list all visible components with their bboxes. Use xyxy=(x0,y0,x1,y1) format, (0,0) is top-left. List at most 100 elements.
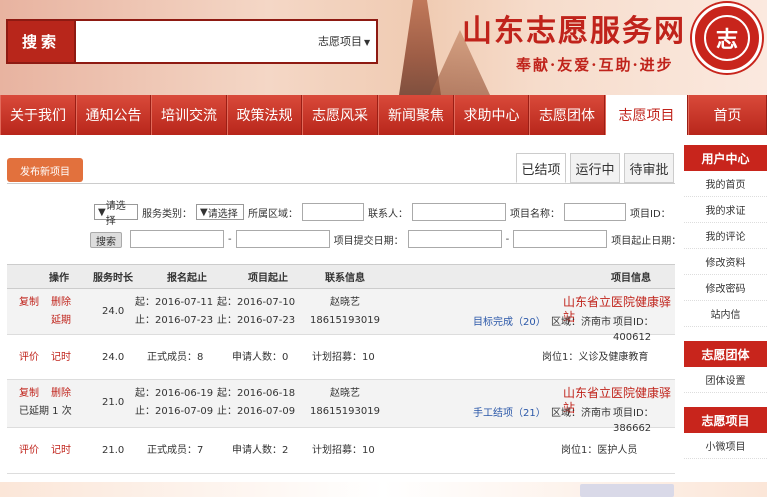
nav-showcase[interactable]: 志愿风采 xyxy=(302,95,378,135)
nav-projects[interactable]: 志愿项目 xyxy=(605,95,688,135)
submit-date-end-input[interactable] xyxy=(130,230,224,248)
site-slogan: 奉献·友爱·互助·进步 xyxy=(516,56,674,74)
plan-count: 计划招募：10 xyxy=(312,445,375,456)
post-name: 岗位1：义诊及健康教育 xyxy=(542,352,649,363)
project-end: 止：2016-07-23 xyxy=(217,315,296,326)
service-type-label: 服务类别： xyxy=(142,208,192,220)
project-region: 区域：济南市 xyxy=(551,317,611,328)
service-type-select-value: 请选择 xyxy=(105,201,126,227)
tab-running[interactable]: 运行中 xyxy=(570,153,620,183)
nav-home[interactable]: 首页 xyxy=(688,95,767,135)
nav-about[interactable]: 关于我们 xyxy=(0,95,76,135)
submit-date-start-input[interactable] xyxy=(235,230,330,248)
delete-button[interactable]: 删除 xyxy=(51,295,71,310)
project-id-input[interactable] xyxy=(564,203,626,221)
col-contact: 联系信息 xyxy=(325,273,365,284)
signup-end: 止：2016-07-09 xyxy=(135,406,214,417)
extend-button[interactable]: 延期 xyxy=(51,313,71,328)
nav-training[interactable]: 培训交流 xyxy=(151,95,227,135)
filter-row-1: ▼ 请选择 服务类别： ▼ 请选择 所属区域： 联系人： 项目名称： 项目ID： xyxy=(94,201,671,227)
signup-start: 起：2016-06-19 xyxy=(135,388,214,399)
project-end: 止：2016-07-09 xyxy=(217,406,296,417)
col-service-hours: 服务时长 xyxy=(93,273,133,284)
contact-name: 赵晓艺 xyxy=(330,388,360,399)
project-id-label: 项目ID： xyxy=(630,208,671,220)
project-start: 起：2016-07-10 xyxy=(217,297,296,308)
sidebar-item-group-settings[interactable]: 团体设置 xyxy=(684,367,767,393)
signup-end: 止：2016-07-23 xyxy=(135,315,214,326)
project-name-input[interactable] xyxy=(412,203,506,221)
project-region: 区域：济南市 xyxy=(551,408,611,419)
sidebar-head-groups: 志愿团体 xyxy=(684,341,767,367)
rate-button[interactable]: 评价 xyxy=(19,443,39,458)
copy-button[interactable]: 复制 xyxy=(19,386,39,401)
log-time-button[interactable]: 记时 xyxy=(51,350,71,365)
rate-button[interactable]: 评价 xyxy=(19,350,39,365)
table-row: 山东省立医院健康驿站 项目ID：400612 区域：济南市 目标完成（20） 赵… xyxy=(7,289,675,343)
nav-notices[interactable]: 通知公告 xyxy=(76,95,151,135)
project-status: 目标完成（20） xyxy=(473,317,546,328)
apply-count: 申请人数：0 xyxy=(232,352,289,363)
status-tabs: 已结项 运行中 待审批 xyxy=(512,153,674,183)
copy-button[interactable]: 复制 xyxy=(19,295,39,310)
nav-groups[interactable]: 志愿团体 xyxy=(529,95,605,135)
table-subrow: 岗位1：医护人员 计划招募：10 申请人数：2 正式成员：7 21.0 评价 记… xyxy=(7,428,675,474)
project-name-label: 项目名称： xyxy=(510,208,560,220)
region-label: 所属区域： xyxy=(248,208,298,220)
publish-project-button[interactable]: 发布新项目 xyxy=(7,158,83,182)
contact-label: 联系人： xyxy=(368,208,408,220)
sidebar: 用户中心 我的首页 我的求证 我的评论 修改资料 修改密码 站内信 志愿团体 团… xyxy=(684,145,767,459)
tab-pending[interactable]: 待审批 xyxy=(624,153,674,183)
sidebar-item-change-password[interactable]: 修改密码 xyxy=(684,275,767,301)
contact-input[interactable] xyxy=(302,203,364,221)
table-header: 项目信息 联系信息 项目起止 报名起止 服务时长 操作 xyxy=(7,265,675,289)
sidebar-item-messages[interactable]: 站内信 xyxy=(684,301,767,327)
site-logo[interactable]: 志 xyxy=(692,3,762,73)
search-button[interactable]: 搜索 xyxy=(6,19,76,64)
sidebar-item-my-comments[interactable]: 我的评论 xyxy=(684,223,767,249)
service-hours: 21.0 xyxy=(102,397,125,408)
site-title: 山东志愿服务网 xyxy=(462,14,686,49)
member-count: 正式成员：8 xyxy=(147,352,204,363)
col-project-dates: 项目起止 xyxy=(248,273,288,284)
tabs-divider xyxy=(7,183,675,184)
service-type-select[interactable]: ▼ 请选择 xyxy=(94,201,138,227)
submit-date-label: 项目提交日期： xyxy=(333,235,404,247)
table-subrow: 岗位1：义诊及健康教育 计划招募：10 申请人数：0 正式成员：8 24.0 评… xyxy=(7,335,675,380)
extended-note: 已延期 1 次 xyxy=(19,406,72,417)
search-type-label: 志愿项目 xyxy=(318,35,362,48)
delete-button[interactable]: 删除 xyxy=(51,386,71,401)
sidebar-item-micro-projects[interactable]: 小微项目 xyxy=(684,433,767,459)
sidebar-head-user-center: 用户中心 xyxy=(684,145,767,171)
post-name: 岗位1：医护人员 xyxy=(561,445,638,456)
log-time-button[interactable]: 记时 xyxy=(51,443,71,458)
date-dash: - xyxy=(228,233,232,245)
sidebar-item-my-requests[interactable]: 我的求证 xyxy=(684,197,767,223)
tab-completed[interactable]: 已结项 xyxy=(516,153,566,183)
sidebar-item-edit-profile[interactable]: 修改资料 xyxy=(684,249,767,275)
nav-help[interactable]: 求助中心 xyxy=(454,95,529,135)
sidebar-head-projects: 志愿项目 xyxy=(684,407,767,433)
table-row: 山东省立医院健康驿站 项目ID：386662 区域：济南市 手工结项（21） 赵… xyxy=(7,380,675,434)
start-date-start-input[interactable] xyxy=(513,230,608,248)
filter-search-button[interactable]: 搜索 xyxy=(90,232,122,248)
start-date-label: 项目起止日期： xyxy=(611,235,682,247)
col-actions: 操作 xyxy=(49,273,69,284)
signup-start: 起：2016-07-11 xyxy=(135,297,214,308)
region-select-value: 请选择 xyxy=(207,208,238,220)
logo-mark: 志 xyxy=(704,15,750,61)
nav-policy[interactable]: 政策法规 xyxy=(227,95,302,135)
contact-phone: 18615193019 xyxy=(310,406,380,417)
sidebar-item-my-home[interactable]: 我的首页 xyxy=(684,171,767,197)
col-signup-dates: 报名起止 xyxy=(167,273,207,284)
filter-row-2: - 项目提交日期： - 项目起止日期： xyxy=(130,230,681,248)
service-hours: 24.0 xyxy=(102,306,125,317)
start-date-end-input[interactable] xyxy=(407,230,502,248)
chevron-down-icon: ▼ xyxy=(364,38,371,47)
region-select[interactable]: ▼ 请选择 xyxy=(196,204,244,220)
nav-news[interactable]: 新闻聚焦 xyxy=(378,95,454,135)
search-type-select[interactable]: 志愿项目 ▼ xyxy=(318,33,370,49)
post-hours: 21.0 xyxy=(102,445,125,456)
project-status: 手工结项（21） xyxy=(473,408,546,419)
pagination-bar[interactable] xyxy=(580,484,674,497)
